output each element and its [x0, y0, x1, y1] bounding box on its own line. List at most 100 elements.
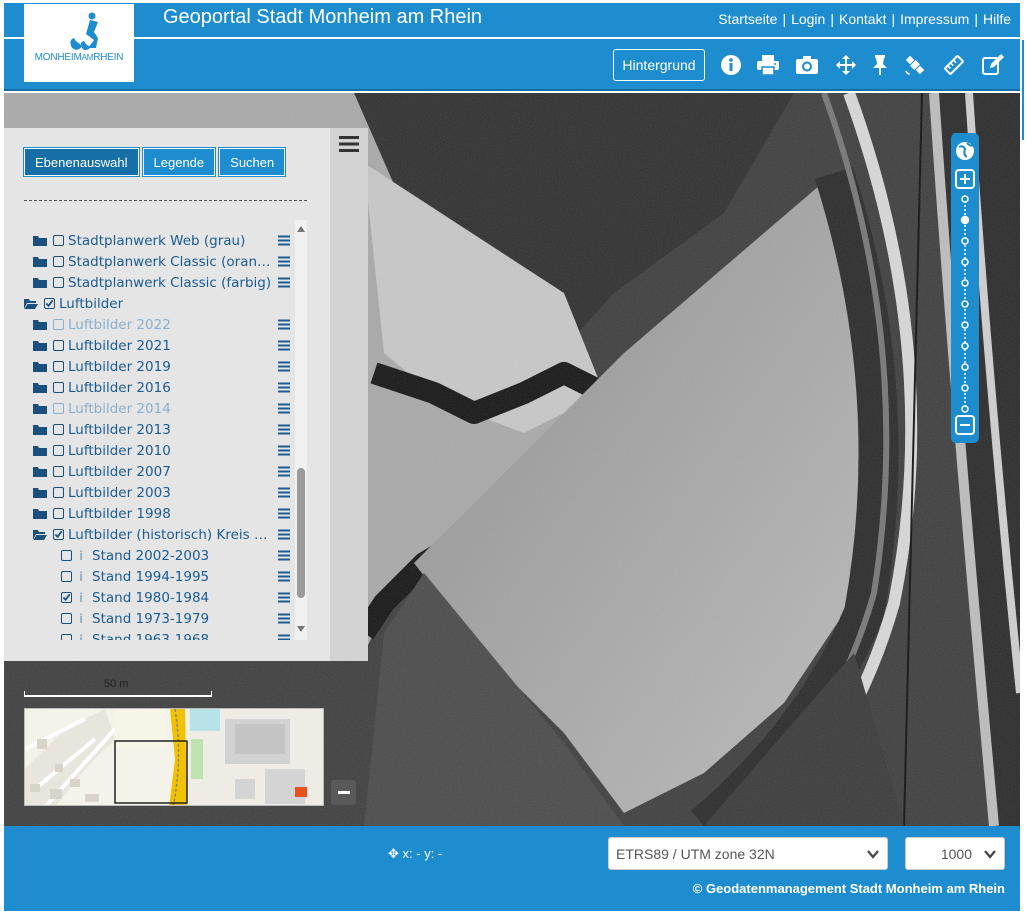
layer-item[interactable]: Luftbilder 2016 — [24, 377, 292, 398]
folder-open-icon[interactable] — [24, 298, 38, 310]
scale-select[interactable]: 1000 — [905, 837, 1005, 870]
layer-menu-icon[interactable] — [278, 423, 290, 435]
folder-icon[interactable] — [33, 256, 47, 268]
folder-open-icon[interactable] — [33, 529, 47, 541]
satellite-icon[interactable] — [903, 53, 927, 77]
overview-map[interactable] — [24, 708, 324, 806]
folder-icon[interactable] — [33, 424, 47, 436]
folder-icon[interactable] — [33, 361, 47, 373]
layer-item[interactable]: Luftbilder 1998 — [24, 503, 292, 524]
layer-menu-icon[interactable] — [278, 465, 290, 477]
layer-item[interactable]: Luftbilder 2014 — [24, 398, 292, 419]
zoom-in-icon[interactable] — [955, 169, 975, 189]
layer-info-icon[interactable]: i — [76, 612, 86, 626]
scroll-thumb[interactable] — [297, 468, 305, 598]
layer-item[interactable]: i Stand 1973-1979 — [24, 608, 292, 629]
layer-checkbox[interactable] — [61, 571, 72, 582]
zoom-level-stop[interactable] — [961, 237, 969, 245]
zoom-level-stop[interactable] — [961, 300, 969, 308]
link-startseite[interactable]: Startseite — [718, 11, 777, 27]
scrollbar[interactable] — [295, 220, 307, 640]
camera-icon[interactable] — [795, 53, 819, 77]
layer-checkbox[interactable] — [53, 382, 64, 393]
folder-icon[interactable] — [33, 235, 47, 247]
folder-icon[interactable] — [33, 466, 47, 478]
folder-icon[interactable] — [33, 340, 47, 352]
layer-checkbox[interactable] — [44, 298, 55, 309]
zoom-level-stop[interactable] — [961, 279, 969, 287]
layer-menu-icon[interactable] — [278, 255, 290, 267]
tab-ebenenauswahl[interactable]: Ebenenauswahl — [23, 147, 140, 177]
tab-suchen[interactable]: Suchen — [218, 147, 287, 177]
layer-menu-icon[interactable] — [278, 591, 290, 603]
layer-list[interactable]: Stadtplanwerk Web (grau) Stadtplanwerk Cl… — [24, 220, 292, 640]
zoom-level-stop[interactable] — [961, 384, 969, 392]
layer-menu-icon[interactable] — [278, 528, 290, 540]
layer-menu-icon[interactable] — [278, 612, 290, 624]
layer-info-icon[interactable]: i — [76, 549, 86, 563]
folder-icon[interactable] — [33, 445, 47, 457]
layer-item[interactable]: i Stand 1963-1968 — [24, 629, 292, 640]
layer-item[interactable]: Luftbilder 2003 — [24, 482, 292, 503]
zoom-slider[interactable] — [960, 195, 970, 413]
layer-checkbox[interactable] — [53, 340, 64, 351]
zoom-level-stop[interactable] — [961, 258, 969, 266]
layer-item[interactable]: Luftbilder — [24, 293, 292, 314]
measure-icon[interactable] — [942, 53, 966, 77]
layer-menu-icon[interactable] — [278, 360, 290, 372]
layer-menu-icon[interactable] — [278, 570, 290, 582]
layer-menu-icon[interactable] — [278, 402, 290, 414]
zoom-level-stop[interactable] — [961, 363, 969, 371]
layer-item[interactable]: Luftbilder 2019 — [24, 356, 292, 377]
layer-checkbox[interactable] — [53, 424, 64, 435]
layer-item[interactable]: i Stand 2002-2003 — [24, 545, 292, 566]
layer-checkbox[interactable] — [53, 466, 64, 477]
layer-checkbox[interactable] — [53, 235, 64, 246]
folder-icon[interactable] — [33, 508, 47, 520]
layer-item[interactable]: Luftbilder 2007 — [24, 461, 292, 482]
zoom-level-stop[interactable] — [961, 405, 969, 413]
link-hilfe[interactable]: Hilfe — [983, 11, 1011, 27]
link-impressum[interactable]: Impressum — [900, 11, 969, 27]
layer-checkbox[interactable] — [53, 487, 64, 498]
layer-menu-icon[interactable] — [278, 276, 290, 288]
layer-item[interactable]: Luftbilder (historisch) Kreis M... — [24, 524, 292, 545]
layer-checkbox[interactable] — [53, 445, 64, 456]
monheim-logo[interactable]: MONHEIMAMRHEIN — [24, 4, 134, 82]
layer-checkbox[interactable] — [53, 319, 64, 330]
globe-icon[interactable] — [956, 142, 974, 160]
layer-menu-icon[interactable] — [278, 318, 290, 330]
move-icon[interactable] — [834, 53, 858, 77]
layer-checkbox[interactable] — [61, 550, 72, 561]
layer-checkbox[interactable] — [61, 634, 72, 640]
layer-item[interactable]: Luftbilder 2010 — [24, 440, 292, 461]
layer-checkbox[interactable] — [53, 256, 64, 267]
layer-checkbox[interactable] — [53, 403, 64, 414]
zoom-level-stop[interactable] — [960, 215, 970, 225]
layer-item[interactable]: Luftbilder 2021 — [24, 335, 292, 356]
layer-item[interactable]: i Stand 1980-1984 — [24, 587, 292, 608]
layer-checkbox[interactable] — [61, 613, 72, 624]
layer-menu-icon[interactable] — [278, 234, 290, 246]
crs-select[interactable]: ETRS89 / UTM zone 32N — [608, 837, 888, 870]
layer-info-icon[interactable]: i — [76, 633, 86, 641]
folder-icon[interactable] — [33, 319, 47, 331]
layer-menu-icon[interactable] — [278, 486, 290, 498]
layer-menu-icon[interactable] — [278, 549, 290, 561]
layer-checkbox[interactable] — [53, 277, 64, 288]
layer-info-icon[interactable]: i — [76, 570, 86, 584]
edit-icon[interactable] — [981, 53, 1005, 77]
background-button[interactable]: Hintergrund — [613, 49, 705, 81]
link-kontakt[interactable]: Kontakt — [839, 11, 886, 27]
print-icon[interactable] — [756, 53, 780, 77]
layer-item[interactable]: Luftbilder 2013 — [24, 419, 292, 440]
zoom-level-stop[interactable] — [961, 342, 969, 350]
layer-menu-icon[interactable] — [278, 339, 290, 351]
zoom-out-icon[interactable] — [955, 415, 975, 435]
folder-icon[interactable] — [33, 487, 47, 499]
layer-menu-icon[interactable] — [278, 381, 290, 393]
tab-legende[interactable]: Legende — [141, 147, 217, 177]
info-icon[interactable] — [719, 53, 743, 77]
scroll-up-icon[interactable] — [295, 224, 307, 234]
layer-menu-icon[interactable] — [278, 507, 290, 519]
